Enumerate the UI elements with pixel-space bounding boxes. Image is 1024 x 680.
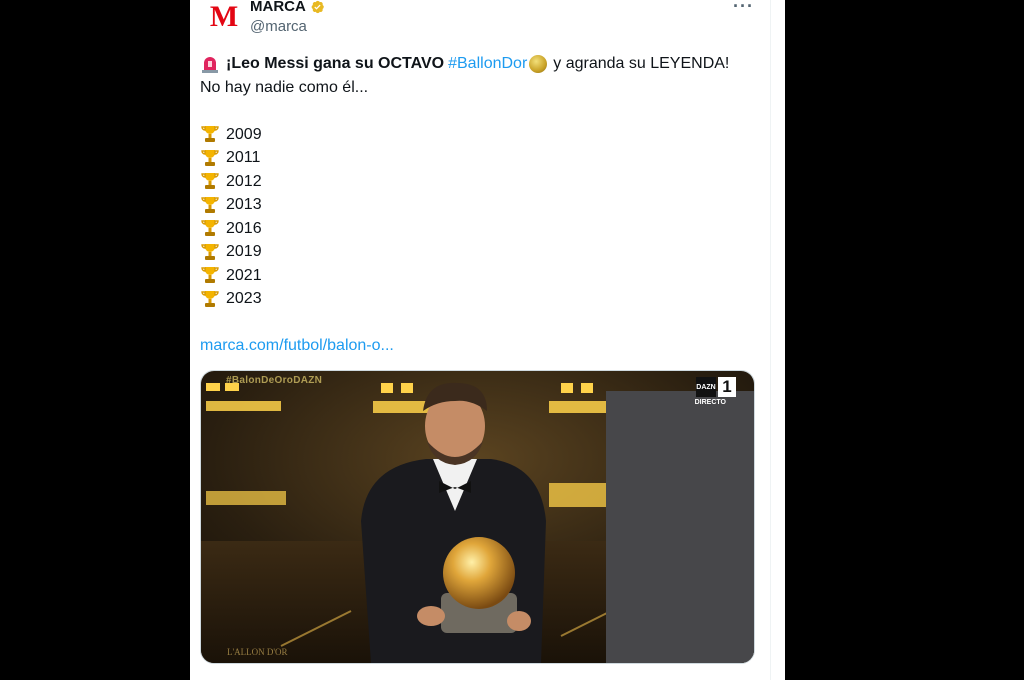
headline-line: ¡Leo Messi gana su OCTAVO #BallonDor y a… bbox=[200, 52, 760, 76]
year-label: 2013 bbox=[226, 196, 262, 213]
year-label: 2023 bbox=[226, 290, 262, 307]
trophy-icon bbox=[201, 149, 219, 166]
year-item: 2021 bbox=[200, 264, 760, 288]
author-handle[interactable]: @marca bbox=[250, 18, 307, 35]
tweet-text: ¡Leo Messi gana su OCTAVO #BallonDor y a… bbox=[200, 52, 760, 358]
author-name[interactable]: MARCA bbox=[250, 0, 306, 15]
trophy-icon bbox=[201, 290, 219, 307]
year-item: 2016 bbox=[200, 217, 760, 241]
broadcaster-label: DAZN bbox=[696, 377, 716, 397]
year-label: 2009 bbox=[226, 125, 262, 143]
trophy-icon bbox=[201, 267, 219, 284]
trophy-icon bbox=[201, 196, 219, 213]
tweet-card[interactable]: M MARCA @marca ··· ¡Leo Messi gana su OC… bbox=[190, 0, 770, 680]
year-item: 2013 bbox=[200, 193, 760, 217]
year-label: 2016 bbox=[226, 219, 262, 237]
tweet-media-image[interactable]: #BalonDeOroDAZN DAZN 1 DIRECTO L'ALLON D… bbox=[200, 370, 755, 664]
year-item: 2011 bbox=[200, 146, 760, 170]
year-label: 2011 bbox=[226, 149, 261, 166]
year-label: 2021 bbox=[226, 266, 262, 284]
ballon-dor-event-logo: L'ALLON D'OR bbox=[227, 647, 288, 657]
year-label: 2019 bbox=[226, 243, 262, 260]
dazn-logo: DAZN 1 bbox=[696, 377, 736, 397]
years-list: 2009 2011 2012 2013 2016 2019 2021 2023 bbox=[200, 123, 760, 311]
year-item: 2009 bbox=[200, 123, 760, 147]
year-item: 2019 bbox=[200, 240, 760, 264]
year-label: 2012 bbox=[226, 172, 262, 190]
year-item: 2012 bbox=[200, 170, 760, 194]
subline: No hay nadie como él... bbox=[200, 78, 369, 96]
messi-ballon-dor-photo bbox=[201, 371, 754, 663]
trophy-icon bbox=[201, 173, 219, 190]
headline-bold: ¡Leo Messi gana su OCTAVO bbox=[226, 55, 445, 72]
headline-rest: y agranda su LEYENDA! bbox=[553, 55, 730, 72]
ballon-dor-icon bbox=[529, 54, 548, 73]
siren-icon bbox=[202, 56, 218, 73]
channel-number: 1 bbox=[718, 377, 736, 397]
hashtag-ballondor[interactable]: #BallonDor bbox=[448, 52, 527, 76]
more-options-icon[interactable]: ··· bbox=[733, 0, 754, 17]
live-label: DIRECTO bbox=[694, 399, 726, 406]
timeline-border bbox=[770, 0, 785, 680]
overlay-hashtag: #BalonDeOroDAZN bbox=[226, 375, 323, 386]
marca-logo: M bbox=[209, 0, 239, 33]
trophy-icon bbox=[201, 220, 219, 237]
article-link[interactable]: marca.com/futbol/balon-o... bbox=[200, 334, 760, 358]
trophy-icon bbox=[201, 126, 219, 143]
verified-badge-icon bbox=[311, 0, 324, 13]
year-item: 2023 bbox=[200, 287, 760, 311]
author-avatar[interactable]: M bbox=[204, 0, 244, 34]
trophy-icon bbox=[201, 243, 219, 260]
